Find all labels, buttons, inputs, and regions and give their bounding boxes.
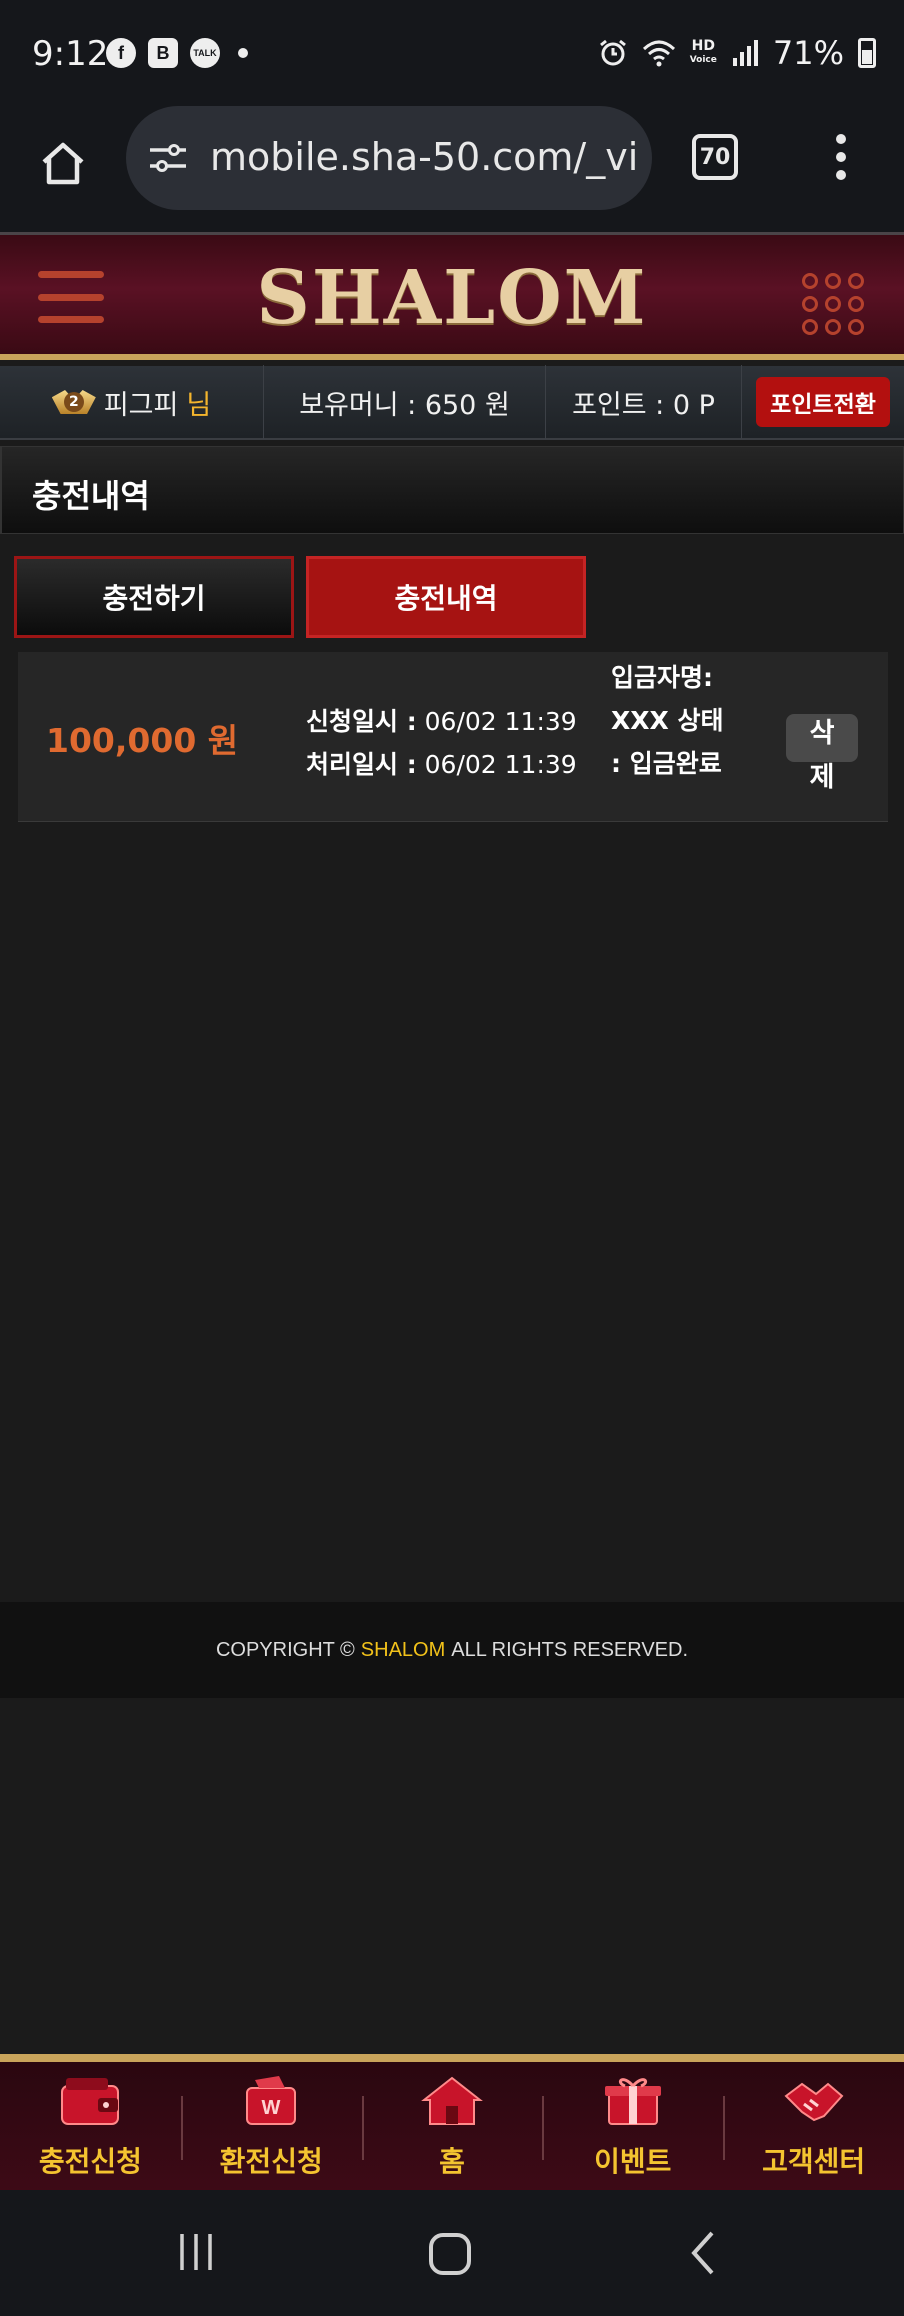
bottom-nav: 충전신청 W 환전신청 홈 이벤트 고객센터 [0, 2054, 904, 2190]
url-text[interactable]: mobile.sha-50.com/_vi [210, 135, 640, 179]
status-value: 입금완료 [629, 749, 722, 778]
nav-label: 충전신청 [38, 2145, 142, 2178]
tab-deposit-history[interactable]: 충전내역 [306, 556, 586, 638]
money-balance: 보유머니 : 650 원 [264, 365, 546, 439]
username: 피그피 [103, 389, 179, 421]
notification-icons: f B TALK [106, 38, 248, 68]
tab-deposit[interactable]: 충전하기 [14, 556, 294, 638]
point-convert-button[interactable]: 포인트전환 [756, 377, 890, 427]
dot-icon [238, 48, 248, 58]
tab-group: 충전하기 충전내역 [14, 556, 586, 638]
nav-label: 고객센터 [762, 2145, 866, 2178]
process-time: 06/02 11:39 [424, 750, 577, 779]
nav-home[interactable]: 홈 [361, 2062, 543, 2190]
recent-apps-icon[interactable] [176, 2232, 216, 2272]
svg-text:W: W [262, 2097, 281, 2119]
battery-percent: 71% [772, 34, 844, 72]
system-nav-bar [0, 2190, 904, 2316]
copyright-suffix: ALL RIGHTS RESERVED. [451, 1638, 689, 1661]
alarm-icon [599, 39, 626, 66]
nav-withdraw-request[interactable]: W 환전신청 [180, 2062, 362, 2190]
user-info-bar: 2 피그피 님 보유머니 : 650 원 포인트 : 0 P 포인트전환 [0, 365, 904, 440]
delete-button-label[interactable]: 삭제 [804, 712, 840, 800]
depositor-name: XXX [611, 706, 669, 735]
copyright-brand: SHALOM [360, 1638, 446, 1661]
nav-event[interactable]: 이벤트 [542, 2062, 723, 2190]
site-logo[interactable]: SHALOM [0, 255, 904, 341]
page-title: 충전내역 [32, 477, 150, 515]
home-icon [42, 142, 84, 185]
wallet-icon [61, 2078, 120, 2125]
b-app-icon: B [148, 38, 178, 68]
depositor-label: 입금자명: [611, 663, 713, 692]
site-header: SHALOM [0, 232, 904, 360]
level-badge-icon: 2 [51, 384, 96, 420]
kakaotalk-icon: TALK [190, 38, 220, 68]
more-menu-icon[interactable] [836, 134, 846, 180]
handshake-icon [784, 2082, 844, 2122]
gift-icon [604, 2078, 661, 2125]
request-time-label: 신청일시 : [306, 707, 417, 736]
signal-icon [732, 40, 758, 66]
app-grid-icon[interactable] [802, 273, 864, 335]
deposit-info: 입금자명: XXX 상태 : 입금완료 [611, 656, 741, 785]
process-time-label: 처리일시 : [306, 750, 417, 779]
nav-label: 이벤트 [594, 2145, 672, 2178]
status-time: 9:12 [32, 34, 109, 74]
home-icon [421, 2076, 483, 2125]
site-settings-icon[interactable] [148, 142, 188, 174]
copyright-prefix: COPYRIGHT © [215, 1638, 355, 1661]
honorific: 님 [186, 389, 212, 421]
facebook-icon: f [106, 38, 136, 68]
footer: COPYRIGHT © SHALOM ALL RIGHTS RESERVED. [0, 1602, 904, 1698]
browser-toolbar: mobile.sha-50.com/_vi 70 [0, 104, 904, 232]
browser-home-button[interactable] [30, 130, 96, 196]
list-item: 100,000 원 신청일시 : 06/02 11:39 처리일시 : 06/0… [18, 652, 888, 822]
status-bar: 9:12 f B TALK HD Voice 71% [0, 0, 904, 104]
exchange-icon: W [246, 2076, 297, 2125]
battery-icon [858, 38, 876, 68]
system-icons: HD Voice 71% [598, 34, 876, 72]
address-bar[interactable]: mobile.sha-50.com/_vi [126, 106, 652, 210]
page-title-bar: 충전내역 [0, 446, 904, 534]
nav-label: 환전신청 [219, 2145, 323, 2178]
home-button-icon[interactable] [428, 2232, 472, 2276]
request-time: 06/02 11:39 [424, 707, 577, 736]
tab-switcher-button[interactable]: 70 [692, 134, 738, 180]
deposit-dates: 신청일시 : 06/02 11:39 처리일시 : 06/02 11:39 [306, 700, 577, 786]
nav-customer-center[interactable]: 고객센터 [723, 2062, 904, 2190]
level-number: 2 [63, 392, 84, 412]
nav-deposit-request[interactable]: 충전신청 [0, 2062, 181, 2190]
wifi-icon [642, 40, 675, 67]
point-balance: 포인트 : 0 P [546, 365, 742, 439]
nav-label: 홈 [439, 2145, 465, 2178]
back-icon[interactable] [688, 2230, 718, 2276]
user-info: 2 피그피 님 [0, 365, 264, 439]
deposit-amount: 100,000 원 [46, 721, 239, 760]
hd-voice-icon: HD Voice [689, 38, 717, 65]
